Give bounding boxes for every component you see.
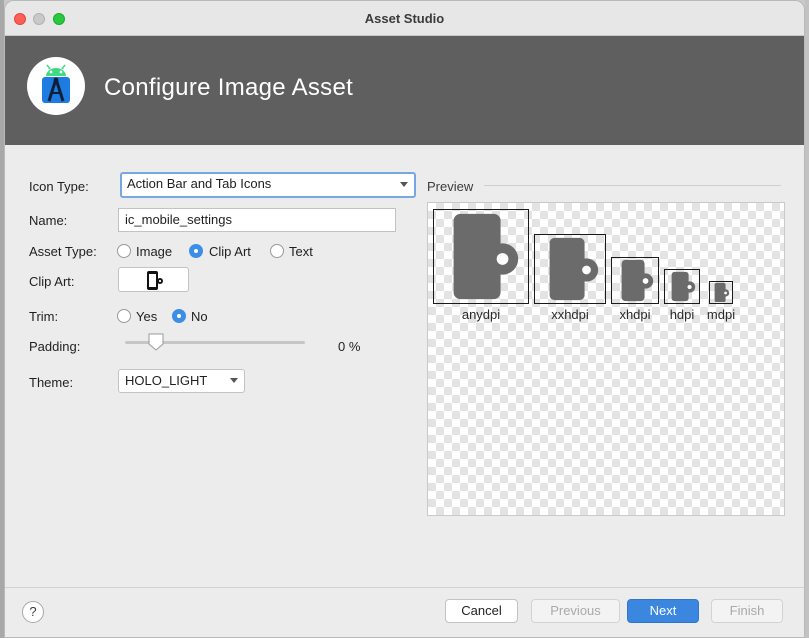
trim-label: Trim: (29, 309, 58, 324)
name-input[interactable]: ic_mobile_settings (118, 208, 396, 232)
padding-slider-knob[interactable] (148, 333, 164, 351)
asset-type-clip-art-label[interactable]: Clip Art (209, 244, 251, 259)
theme-dropdown[interactable]: HOLO_LIGHT (118, 369, 245, 393)
page-title: Configure Image Asset (104, 74, 353, 102)
cancel-button[interactable]: Cancel (445, 599, 518, 623)
icon-type-label: Icon Type: (29, 179, 89, 194)
preview-anydpi-label: anydpi (433, 307, 529, 322)
theme-label: Theme: (29, 375, 73, 390)
asset-type-clip-art-radio[interactable] (189, 244, 203, 258)
asset-studio-window: Asset Studio Configure Image Asset Icon … (4, 0, 805, 638)
preview-anydpi-icon (433, 209, 529, 304)
padding-label: Padding: (29, 339, 80, 354)
asset-type-image-label[interactable]: Image (136, 244, 172, 259)
trim-yes-radio[interactable] (117, 309, 131, 323)
background-window-edge-right (805, 0, 809, 638)
clip-art-label: Clip Art: (29, 274, 75, 289)
preview-label: Preview (427, 179, 473, 194)
window-title: Asset Studio (5, 11, 804, 26)
chevron-down-icon (230, 378, 238, 383)
preview-xxhdpi-label: xxhdpi (534, 307, 606, 322)
footer-divider (5, 587, 804, 588)
asset-type-image-radio[interactable] (117, 244, 131, 258)
android-studio-icon (27, 57, 85, 115)
trim-no-radio[interactable] (172, 309, 186, 323)
preview-xxhdpi-icon (534, 234, 606, 304)
title-bar: Asset Studio (5, 1, 804, 36)
chevron-down-icon (400, 182, 408, 187)
trim-yes-label[interactable]: Yes (136, 309, 157, 324)
theme-value: HOLO_LIGHT (125, 373, 207, 388)
asset-type-label: Asset Type: (29, 244, 97, 259)
mobile-settings-icon (119, 268, 190, 293)
name-label: Name: (29, 213, 67, 228)
icon-type-dropdown[interactable]: Action Bar and Tab Icons (120, 172, 416, 198)
preview-xhdpi-label: xhdpi (609, 307, 661, 322)
preview-xhdpi-icon (611, 257, 659, 304)
preview-mdpi-icon (709, 281, 733, 304)
clip-art-button[interactable] (118, 267, 189, 292)
previous-button[interactable]: Previous (531, 599, 620, 623)
preview-divider (484, 185, 781, 186)
finish-button[interactable]: Finish (711, 599, 783, 623)
icon-type-value: Action Bar and Tab Icons (127, 176, 271, 191)
wizard-header: Configure Image Asset (5, 36, 804, 145)
next-button[interactable]: Next (627, 599, 699, 623)
padding-value: 0 % (338, 339, 360, 354)
preview-hdpi-icon (664, 269, 700, 304)
help-button[interactable]: ? (22, 601, 44, 623)
preview-hdpi-label: hdpi (660, 307, 704, 322)
trim-no-label[interactable]: No (191, 309, 208, 324)
asset-type-text-radio[interactable] (270, 244, 284, 258)
preview-mdpi-label: mdpi (701, 307, 741, 322)
asset-type-text-label[interactable]: Text (289, 244, 313, 259)
